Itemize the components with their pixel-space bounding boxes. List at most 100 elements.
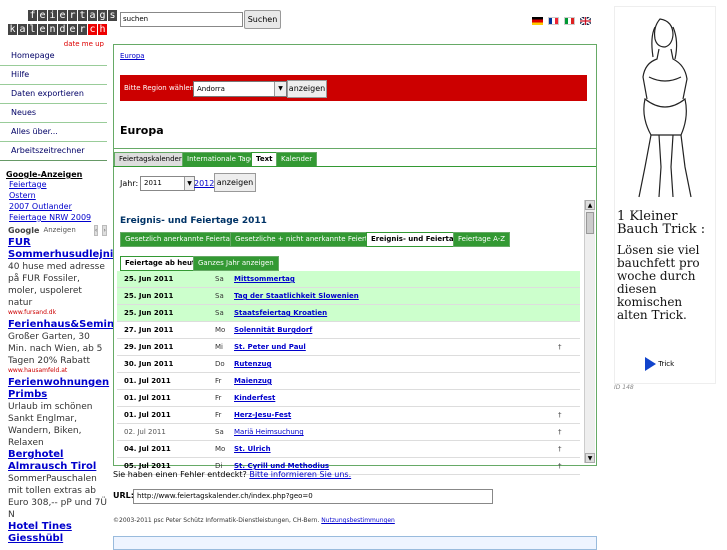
row-holiday-link[interactable]: Tag der Staatlichkeit Slowenien [234, 288, 359, 304]
table-row: 01. Jul 2011 Fr Maienzug [117, 373, 580, 390]
ad-trick-label: Trick [658, 360, 675, 368]
logo-letter: n [48, 24, 57, 35]
region-label: Bitte Region wählen : [124, 84, 199, 92]
row-holiday-link[interactable]: St. Peter und Paul [234, 339, 306, 355]
ad-block[interactable]: Hotel Tines Giesshübl [0, 521, 107, 545]
nav-item-news[interactable]: Neues [0, 104, 107, 123]
row-weekday: Do [215, 360, 225, 368]
table-row: 25. Jun 2011 Sa Mittsommertag [117, 271, 580, 288]
row-holiday-link[interactable]: Maienzug [234, 373, 272, 389]
logo-letter: t [78, 10, 87, 21]
ad-block[interactable]: Berghotel Almrausch Tirol SommerPauschal… [0, 449, 107, 521]
year-submit-button[interactable]: anzeigen [214, 173, 256, 192]
logo-letter: d [58, 24, 67, 35]
search-input[interactable]: suchen [120, 12, 243, 27]
ad-link[interactable]: Feiertage NRW 2009 [0, 212, 107, 223]
logo-row1: feiertags [28, 10, 117, 21]
tab-calendar[interactable]: Kalender [276, 152, 318, 167]
row-holiday-link[interactable]: Rutenzug [234, 356, 272, 372]
row-holiday-link[interactable]: Mittsommertag [234, 271, 295, 287]
row-weekday: Fr [215, 377, 222, 385]
row-holiday-link[interactable]: Staatsfeiertag Kroatien [234, 305, 327, 321]
ad-title[interactable]: Berghotel Almrausch Tirol [0, 449, 107, 473]
year-select[interactable]: 2011 ▼ [140, 176, 195, 191]
prev-icon[interactable]: ‹ [93, 224, 99, 236]
tab-international-days[interactable]: Internationale Tage [182, 152, 260, 167]
logo-letter: r [78, 24, 87, 35]
ad-link[interactable]: Feiertage [0, 179, 107, 190]
scroll-thumb[interactable] [586, 212, 594, 234]
region-select[interactable]: Andorra ▼ [193, 81, 287, 97]
ad-block[interactable]: FUR Sommerhusudlejning 40 huse med adres… [0, 237, 128, 316]
row-weekday: Fr [215, 411, 222, 419]
table-row: 27. Jun 2011 Mo Solennität Burgdorf [117, 322, 580, 339]
tab-holiday-calendar[interactable]: Feiertagskalender [114, 152, 187, 167]
ad-trick-link[interactable]: Trick [645, 357, 674, 371]
error-report-link[interactable]: Bitte informieren Sie uns. [249, 470, 351, 479]
scroll-down-icon[interactable]: ▼ [585, 453, 595, 463]
region-select-value: Andorra [197, 85, 225, 93]
nav-item-about[interactable]: Alles über... [0, 123, 107, 142]
subtab-holidays-az[interactable]: Feiertage A-Z [453, 232, 511, 247]
error-notice: Sie haben einen Fehler entdeckt? Bitte i… [113, 470, 351, 479]
scroll-up-icon[interactable]: ▲ [585, 200, 595, 210]
ad-body: Großer Garten, 30 Min. nach Wien, ab 5 T… [8, 332, 103, 366]
nav-item-worktime[interactable]: Arbeitszeitrechner [0, 142, 107, 161]
ad-block[interactable]: Ferienwohnungen Primbs Urlaub im schönen… [0, 377, 109, 449]
ad-url[interactable]: www.hausamfeld.at [0, 367, 107, 374]
logo-letter: i [48, 10, 57, 21]
flag-de-icon[interactable] [532, 17, 543, 25]
subtab-legal-plus-other[interactable]: Gesetzliche + nicht anerkannte Feiertage [230, 232, 386, 247]
row-weekday: Mo [215, 445, 226, 453]
google-ads-bar: Google Anzeigen ‹ › [0, 223, 107, 237]
nav-item-help[interactable]: Hilfe [0, 66, 107, 85]
chevron-down-icon: ▼ [274, 82, 286, 96]
row-holiday-link[interactable]: Solennität Burgdorf [234, 322, 312, 338]
table-row: 01. Jul 2011 Fr Herz-Jesu-Fest † [117, 407, 580, 424]
row-holiday-link[interactable]: Mariä Heimsuchung [234, 424, 304, 440]
logo-letter: e [58, 10, 67, 21]
google-ads-title[interactable]: Google-Anzeigen [0, 170, 107, 179]
ad-title[interactable]: FUR Sommerhusudlejning [0, 237, 128, 261]
next-icon[interactable]: › [102, 224, 107, 236]
logo-letter: h [98, 24, 107, 35]
ad-link[interactable]: Ostern [0, 190, 107, 201]
subtab-legal-holidays[interactable]: Gesetzlich anerkannte Feiertage [120, 232, 244, 247]
scrollbar[interactable]: ▲ ▼ [584, 200, 595, 463]
region-bar: Bitte Region wählen : Andorra ▼ anzeigen [120, 75, 587, 101]
ad-body: 40 huse med adresse på FUR Fossiler, mol… [8, 262, 105, 308]
row-holiday-link[interactable]: St. Ulrich [234, 441, 271, 457]
ad-title[interactable]: Ferienhaus&Seminar [0, 319, 126, 331]
ad-block[interactable]: Ferienhaus&Seminar Großer Garten, 30 Min… [0, 319, 126, 374]
row-mark: † [558, 343, 562, 351]
ad-link[interactable]: 2007 Outlander [0, 201, 107, 212]
ad-title[interactable]: Ferienwohnungen Primbs [0, 377, 109, 401]
ad-url[interactable]: www.fursand.dk [0, 309, 107, 316]
next-year-link[interactable]: 2012 [194, 179, 214, 188]
ad-text: 1 Kleiner Bauch Trick : Lösen sie viel b… [617, 210, 715, 322]
tab-text[interactable]: Text [251, 152, 278, 167]
nav-item-homepage[interactable]: Homepage [0, 47, 107, 66]
error-text: Sie haben einen Fehler entdeckt? [113, 470, 247, 479]
row-holiday-link[interactable]: Kinderfest [234, 390, 275, 406]
row-weekday: Sa [215, 428, 224, 436]
section-title: Ereignis- und Feiertage 2011 [120, 216, 267, 226]
row-holiday-link[interactable]: Herz-Jesu-Fest [234, 407, 291, 423]
table-row: 29. Jun 2011 Mi St. Peter und Paul † [117, 339, 580, 356]
viewtab-full-year[interactable]: Ganzes Jahr anzeigen [193, 256, 279, 271]
flag-fr-icon[interactable] [548, 17, 559, 25]
region-submit-button[interactable]: anzeigen [287, 80, 327, 98]
flag-it-icon[interactable] [564, 17, 575, 25]
flag-gb-icon[interactable] [580, 17, 591, 25]
ad-title[interactable]: Hotel Tines Giesshübl [0, 521, 107, 545]
url-field[interactable]: http://www.feiertagskalender.ch/index.ph… [133, 489, 493, 504]
row-weekday: Sa [215, 309, 224, 317]
site-logo[interactable]: feiertags kalenderch date me up [8, 6, 117, 50]
nav-item-export[interactable]: Daten exportieren [0, 85, 107, 104]
search-button[interactable]: Suchen [244, 10, 281, 29]
terms-link[interactable]: Nutzungsbestimmungen [321, 517, 395, 524]
breadcrumb[interactable]: Europa [120, 52, 145, 60]
right-ad[interactable]: 1 Kleiner Bauch Trick : Lösen sie viel b… [614, 6, 716, 384]
left-nav: Homepage Hilfe Daten exportieren Neues A… [0, 47, 107, 161]
logo-letter: e [38, 24, 47, 35]
